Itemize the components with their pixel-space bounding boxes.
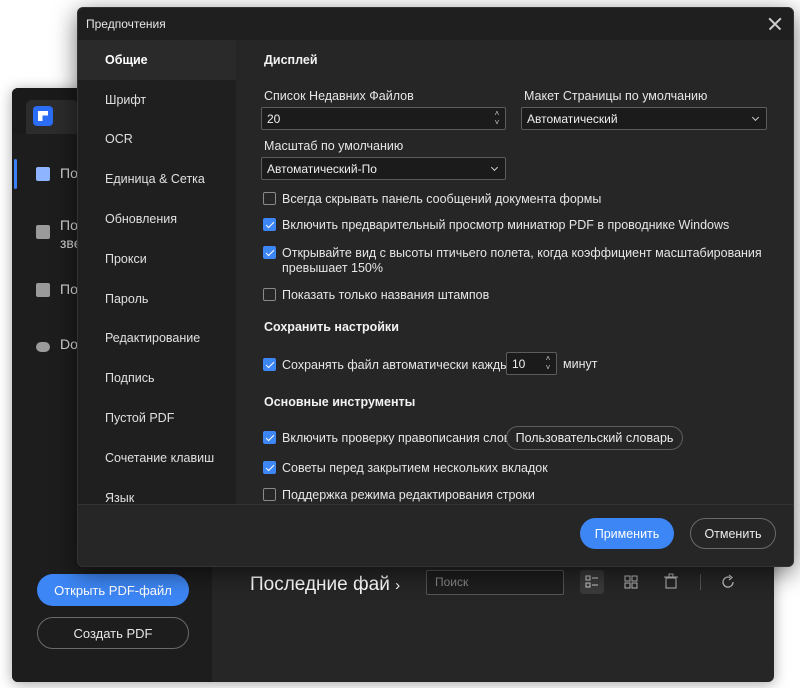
create-pdf-button[interactable]: Создать PDF [37,617,189,649]
autosave-interval-value: 10 [512,357,526,371]
search-input[interactable]: Поиск [426,570,564,595]
zoom-label: Масштаб по умолчанию [264,139,404,153]
pref-nav-ocr[interactable]: OCR [78,120,236,160]
close-tabs-tips-label: Советы перед закрытием нескольких вкладо… [282,461,548,475]
dialog-footer: Применить Отменить [78,504,793,566]
thumbnail-preview-label: Включить предварительный просмотр миниат… [282,218,730,232]
autosave-label: Сохранять файл автоматически каждые [282,358,517,372]
page-layout-label: Макет Страницы по умолчанию [524,89,708,103]
pref-nav-updates[interactable]: Обновления [78,199,236,239]
birds-eye-label: Открывайте вид с высоты птичьего полета,… [282,246,762,260]
pref-nav-font[interactable]: Шрифт [78,80,236,120]
display-heading: Дисплей [264,53,318,67]
toolbar-divider [700,574,701,590]
document-icon [36,167,50,181]
cancel-button[interactable]: Отменить [690,518,776,549]
list-view-icon [585,575,598,588]
zoom-value: Автоматический-По [267,162,377,176]
dialog-title: Предпочтения [86,17,166,31]
refresh-button[interactable] [716,570,740,594]
recent-files-title: Последние фай › [250,574,400,596]
chevron-down-icon [490,163,499,172]
preferences-nav: Общие Шрифт OCR Единица & Сетка Обновлен… [78,40,236,504]
open-pdf-button[interactable]: Открыть PDF-файл [37,574,189,606]
app-logo-icon [33,106,53,126]
pref-nav-units-grid[interactable]: Единица & Сетка [78,159,236,199]
main-nav-label: По [60,217,78,233]
zoom-select[interactable]: Автоматический-По [261,157,506,180]
recent-files-stepper[interactable]: 20 ˄ ˅ [261,107,506,130]
main-nav-label: По [60,165,78,181]
chevron-down-icon [751,113,760,122]
main-nav-label: Do [60,336,78,352]
chevron-right-icon[interactable]: › [395,577,400,594]
stepper-arrows-icon[interactable]: ˄ ˅ [492,109,502,128]
pref-nav-shortcuts[interactable]: Сочетание клавиш [78,438,236,478]
autosave-unit: минут [563,357,598,371]
pref-nav-general[interactable]: Общие [78,40,236,80]
folder-icon [36,283,50,297]
pref-nav-blank-pdf[interactable]: Пустой PDF [78,398,236,438]
apply-button[interactable]: Применить [580,518,674,549]
line-edit-label: Поддержка режима редактирования строки [282,488,535,502]
pref-nav-editing[interactable]: Редактирование [78,319,236,359]
cloud-icon [36,342,50,352]
spellcheck-label: Включить проверку правописания слов [282,431,511,445]
stepper-arrows-icon[interactable]: ˄ ˅ [543,354,553,373]
pref-nav-language[interactable]: Язык [78,478,236,504]
autosave-interval-stepper[interactable]: 10 ˄ ˅ [506,352,557,375]
grid-view-button[interactable] [619,570,643,594]
stamp-names-checkbox[interactable] [263,288,276,301]
birds-eye-label-line2: превышает 150% [282,261,383,275]
thumbnail-preview-checkbox[interactable] [263,218,276,231]
stamp-names-label: Показать только названия штампов [282,288,490,302]
main-nav-label: По [60,281,78,297]
autosave-checkbox[interactable] [263,358,276,371]
preferences-dialog: Предпочтения Общие Шрифт OCR Единица & С… [77,7,794,567]
hide-form-bar-checkbox[interactable] [263,192,276,205]
pref-nav-password[interactable]: Пароль [78,279,236,319]
recent-files-title-text: Последние фай [250,574,390,595]
page-layout-value: Автоматический [527,112,618,126]
delete-button[interactable] [659,570,683,594]
close-tabs-tips-checkbox[interactable] [263,461,276,474]
page-layout-select[interactable]: Автоматический [521,107,767,130]
pref-nav-proxy[interactable]: Прокси [78,239,236,279]
star-icon [36,225,50,239]
line-edit-checkbox[interactable] [263,488,276,501]
save-settings-heading: Сохранить настройки [264,320,399,334]
refresh-icon [722,574,734,588]
birds-eye-checkbox[interactable] [263,246,276,259]
custom-dictionary-button[interactable]: Пользовательский словарь [506,426,683,450]
close-icon[interactable] [765,14,785,34]
hide-form-bar-label: Всегда скрывать панель сообщений докумен… [282,192,602,206]
basic-tools-heading: Основные инструменты [264,395,416,409]
grid-view-icon [624,575,638,589]
dialog-titlebar: Предпочтения [78,8,793,40]
trash-icon [664,573,678,589]
recent-files-value: 20 [267,112,281,126]
recent-files-label: Список Недавних Файлов [264,89,414,103]
preferences-content: Дисплей Список Недавних Файлов 20 ˄ ˅ Мак… [236,40,793,504]
list-view-button[interactable] [580,570,604,594]
pref-nav-signature[interactable]: Подпись [78,358,236,398]
spellcheck-checkbox[interactable] [263,431,276,444]
